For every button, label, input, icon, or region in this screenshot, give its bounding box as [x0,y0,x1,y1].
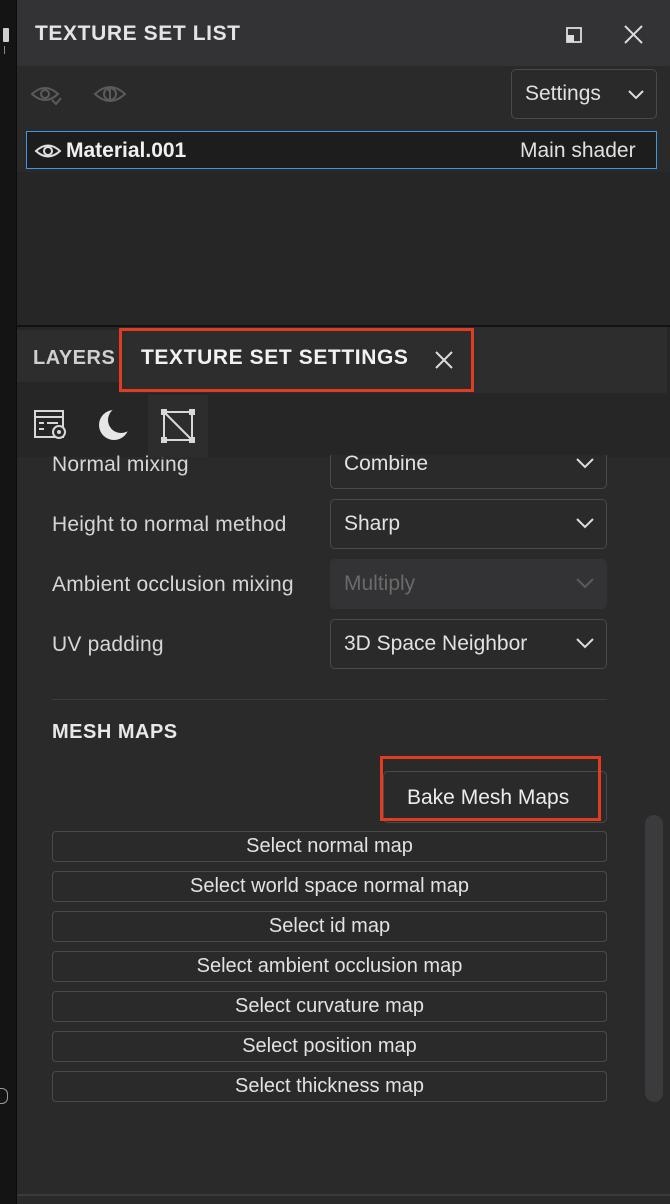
close-icon[interactable] [618,20,648,50]
height-to-normal-label: Height to normal method [52,513,287,536]
chevron-down-icon [576,458,594,469]
float-window-icon[interactable] [560,20,590,50]
select-position-map-button[interactable]: Select position map [52,1031,607,1062]
button-label: Select thickness map [235,1075,424,1097]
eye-solo-icon[interactable] [93,80,127,110]
ao-mixing-dropdown: Multiply [330,559,607,609]
chevron-down-icon [576,578,594,589]
height-to-normal-value: Sharp [344,512,401,535]
eye-visibility-icon[interactable] [30,80,64,110]
texture-set-name: Material.001 [66,139,187,162]
mesh-uv-icon[interactable] [148,395,208,457]
select-normal-map-button[interactable]: Select normal map [52,831,607,862]
texture-set-list-area [17,172,670,325]
button-label: Select position map [242,1035,417,1057]
mesh-maps-title: MESH MAPS [52,721,178,743]
button-label: Select id map [268,915,391,937]
settings-dropdown[interactable]: Settings [511,69,657,119]
tab-layers[interactable]: LAYERS [17,330,119,382]
uv-padding-value: 3D Space Neighbor [344,632,528,655]
eye-icon[interactable] [34,140,64,162]
chevron-down-icon [576,638,594,649]
normal-mixing-value: Combine [344,452,429,475]
panel-title: TEXTURE SET LIST [35,22,241,45]
highlight-box-tab [119,328,474,392]
button-label: Select ambient occlusion map [196,955,463,977]
scrollbar-thumb[interactable] [645,815,663,1102]
shader-sphere-icon[interactable] [84,395,144,457]
section-divider [52,699,607,700]
texture-set-shader[interactable]: Main shader [520,139,636,163]
chevron-down-icon [628,90,644,100]
uv-padding-dropdown[interactable]: 3D Space Neighbor [330,619,607,669]
button-label: Select world space normal map [189,875,469,897]
select-id-map-button[interactable]: Select id map [52,911,607,942]
uv-padding-label: UV padding [52,633,164,656]
button-label: Select normal map [246,835,413,857]
button-label: Select curvature map [235,995,424,1017]
strip-marker [4,46,9,54]
panel-bottom-border [17,1194,670,1196]
highlight-box-bake [380,756,601,821]
select-world-space-normal-map-button[interactable]: Select world space normal map [52,871,607,902]
collapse-tab-icon[interactable] [3,28,9,42]
tab-layers-label: LAYERS [33,347,116,369]
ao-mixing-value: Multiply [344,572,416,595]
settings-list-icon[interactable] [20,395,80,457]
select-thickness-map-button[interactable]: Select thickness map [52,1071,607,1102]
height-to-normal-dropdown[interactable]: Sharp [330,499,607,549]
select-curvature-map-button[interactable]: Select curvature map [52,991,607,1022]
select-ambient-occlusion-map-button[interactable]: Select ambient occlusion map [52,951,607,982]
left-dock-strip [0,0,17,1204]
ao-mixing-label: Ambient occlusion mixing [52,573,294,596]
settings-dropdown-label: Settings [525,82,601,105]
chevron-down-icon [576,518,594,529]
strip-handle-icon[interactable] [0,1088,8,1104]
